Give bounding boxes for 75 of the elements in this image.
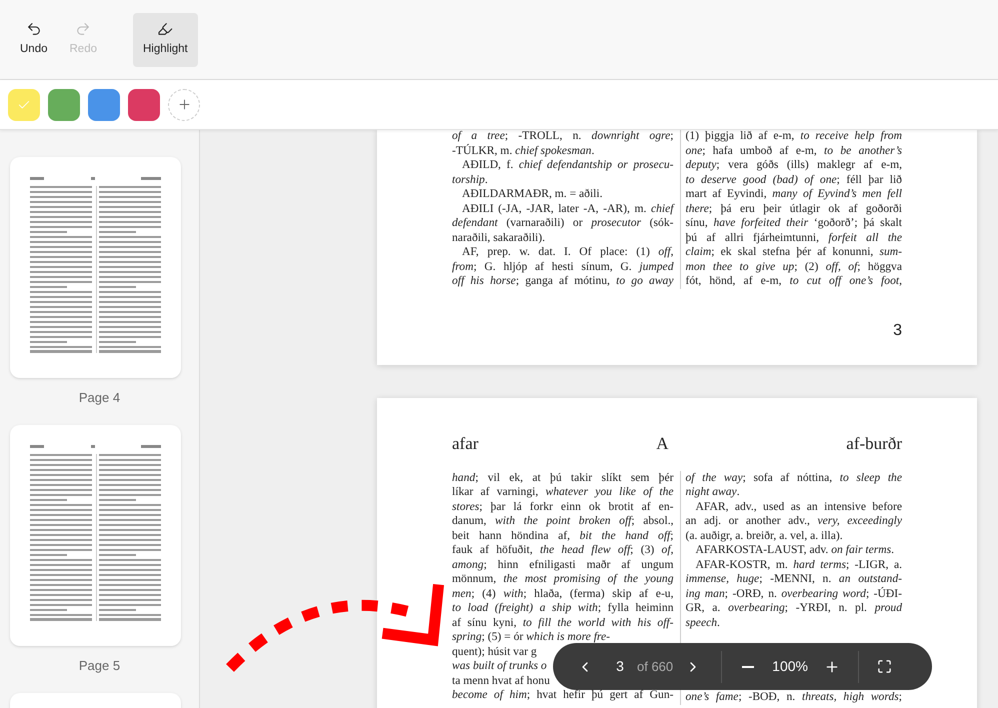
- page-thumbnail[interactable]: [10, 425, 181, 646]
- text-line: mon thee to give up; (2) off, of; höggva: [686, 260, 902, 274]
- text-line: (a. auðigr, a. breiðr, a. vel, a. illa).: [686, 528, 843, 543]
- zoom-level: 100%: [772, 657, 808, 676]
- page-label: Page 5: [78, 657, 120, 676]
- text-line: night away.: [686, 485, 740, 500]
- text-line: an adj. or another adv., very, exceedingly: [686, 514, 902, 528]
- plus-icon: [824, 658, 840, 674]
- undo-button[interactable]: Undo: [14, 12, 54, 66]
- running-head: af-burðr: [846, 433, 902, 455]
- page-label: Page 4: [78, 389, 120, 408]
- text-line: quent); húsit var g: [452, 644, 537, 659]
- text-line: stores; þar lá forkr einn ok brotit af en-: [452, 500, 674, 514]
- text-line: AÐILD, f. chief defendantship or prosecu-: [461, 158, 674, 172]
- text-line: there; þá eru þeir útlagir ok af goðorði: [686, 202, 902, 216]
- page-thumbnail[interactable]: [10, 157, 181, 378]
- text-line: become of him; hvat hefir þú gert af Gun-: [452, 688, 674, 702]
- text-line: ing man; -ORÐ, n. overbearing word; -ÚÐI-: [686, 586, 902, 601]
- text-line: ta menn hvat af honu: [452, 674, 550, 688]
- page-total: of 660: [637, 658, 674, 676]
- add-color-button[interactable]: [168, 88, 200, 120]
- text-line: to load (freight) a ship with; fylla heiminn: [452, 601, 674, 616]
- text-line: GR, a. overbearing; -YRÐI, n. pl. proud: [686, 601, 902, 616]
- text-line: among; hinn efniligasti maðr af ungum: [452, 558, 674, 572]
- text-line: deputy; vera góðs (ills) maklegr af e-m,: [686, 158, 902, 172]
- text-line: danum, with the point broken off; absol.,: [452, 514, 674, 528]
- text-line: (1) þiggja lið af e-m, to receive help from: [686, 129, 902, 144]
- text-line: speech.: [686, 616, 720, 630]
- text-line: to deserve good (bad) of one; féll þar lið: [686, 172, 902, 187]
- text-line: fót, hönd, af e-m, to cut off one’s foot,: [686, 274, 902, 288]
- text-line: immense, huge; -MENNI, n. an outstand-: [686, 572, 902, 586]
- text-line: -TÚLKR, m. chief spokesman.: [452, 144, 594, 158]
- text-line: mönnum, the most promising of the young: [452, 572, 674, 586]
- text-line: AFAR-KOSTR, m. hard terms; -LIGR, a.: [694, 558, 902, 572]
- color-swatch[interactable]: [88, 88, 120, 120]
- text-line: one; hafa umboð af e-m, to be another’s: [686, 144, 902, 158]
- text-line: of the way; sofa af nóttina, to sleep the: [686, 470, 902, 485]
- text-line: AÐILI (-JA, -JAR, later -A, -AR), m. chief: [461, 202, 674, 216]
- text-line: of a tree; -TROLL, n. downright ogre;: [452, 129, 674, 144]
- fullscreen-icon: [877, 659, 892, 674]
- highlight-button[interactable]: Highlight: [133, 12, 198, 66]
- text-line: hand; vil ek, at þú takir slíkt sem þér: [452, 470, 674, 485]
- text-line: fauk af höfuðit, the head flew off; (3) of,: [452, 543, 674, 558]
- color-swatch[interactable]: [8, 88, 40, 120]
- text-line: af sínu kyni, to fill the world with his off-: [452, 616, 674, 630]
- page-number-field[interactable]: 3: [605, 656, 635, 677]
- plus-icon: [176, 97, 192, 112]
- text-line: one’s fame; -BOÐ, n. threats, high words;: [686, 690, 902, 704]
- color-swatch[interactable]: [128, 88, 160, 120]
- text-line: AÐILDARMAÐR, m. = aðili.: [461, 187, 603, 202]
- page-number: 3: [893, 320, 902, 340]
- redo-icon: [75, 20, 92, 37]
- highlighter-icon: [157, 20, 174, 37]
- section-letter: A: [656, 433, 668, 455]
- text-line: spring; (5) = ór which is more fre-: [452, 630, 610, 644]
- text-line: was built of trunks o: [452, 659, 547, 674]
- text-line: AF, prep. w. dat. I. Of place: (1) off,: [461, 245, 674, 260]
- text-line: men; (4) with; hlaða, (ferma) skip af e-u,: [452, 586, 674, 601]
- text-line: mart af Eyvindi, many of Eyvind’s men fell: [686, 187, 902, 202]
- text-line: sínu, have forfeited their ‘goðorð’; þá skalt: [686, 216, 902, 230]
- text-line: off his horse; ganga af mótinu, to go away: [452, 274, 674, 288]
- running-head: afar: [452, 433, 478, 455]
- text-line: AFARKOSTA-LAUST, adv. on fair terms.: [694, 543, 894, 558]
- text-line: líkar af varningi, whatever you like of the: [452, 485, 674, 500]
- text-line: beit hann höndina af, bit the hand off;: [452, 528, 674, 543]
- color-swatch[interactable]: [48, 88, 80, 120]
- text-line: from; G. hljóp af hesti sínum, G. jumped: [452, 260, 674, 274]
- text-line: claim; ek skal stefna þér af konunni, sum-: [686, 245, 902, 260]
- minus-icon: [742, 666, 754, 668]
- text-line: torship.: [452, 172, 488, 187]
- text-line: naraðili, sakaraðili).: [452, 230, 546, 245]
- text-line: AFAR, adv., used as an intensive before: [694, 500, 902, 514]
- text-line: þú af allri fjárheimtunni, forfeit all the: [686, 230, 902, 245]
- undo-icon: [26, 20, 42, 37]
- text-line: defendant (varnaraðili) or prosecutor (sók-: [452, 216, 674, 230]
